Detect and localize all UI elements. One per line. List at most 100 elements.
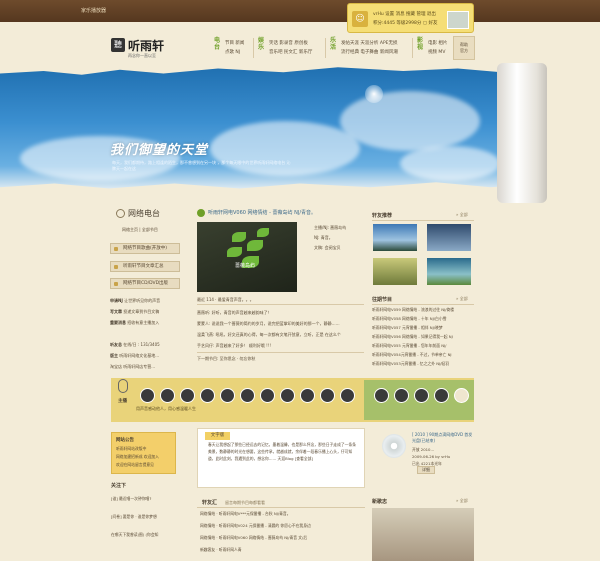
nav-link[interactable]: 笑话 影录音 原创板: [269, 39, 312, 48]
program-heading[interactable]: 听雨轩网电V060 网络情结 - 蔷薇岛屿 NJ/青音。: [208, 209, 316, 216]
nav-link[interactable]: 流行经典 电子舞曲 新闻风潮: [341, 48, 398, 57]
news-photo[interactable]: [372, 508, 474, 561]
nav-category[interactable]: 影视: [417, 37, 425, 51]
news-title: 新歌志: [372, 499, 388, 505]
host-avatar[interactable]: [300, 388, 315, 403]
essay-tab[interactable]: 文字版: [205, 432, 230, 440]
notice-item[interactable]: 网络加建招新成 欢迎加入: [116, 453, 159, 461]
program-photo[interactable]: 蔷薇岛屿: [197, 222, 297, 292]
history-item[interactable]: 听雨轩网电V053元宵番播 - 忆之之外 NJ/轻羽: [372, 359, 454, 368]
nav-link[interactable]: 视频 MV: [428, 48, 447, 57]
cd-title[interactable]: [ 2010 ] 90期点滴网络DVD 首发光盘(已结束): [412, 432, 474, 444]
host-avatar[interactable]: [180, 388, 195, 403]
site-logo[interactable]: 聽 听雨轩 再念你一直以至: [111, 36, 194, 64]
nav-links[interactable]: 电影 相片 视频 MV: [428, 39, 447, 57]
divider: [197, 304, 364, 305]
recommend-title: 轩友推荐: [372, 213, 393, 219]
user-links[interactable]: vrHu 设置 消息 搜藏 管理 退出: [373, 11, 436, 17]
radio-footer[interactable]: 淘宝店 听雨轩网店专营...: [110, 363, 155, 371]
history-item[interactable]: 听雨轩网电V059 网络情结 - 流浪的过往 NJ/倚楼: [372, 305, 454, 314]
host-avatar[interactable]: [394, 388, 409, 403]
nav-group-lifestyle: 乐活 发帖天涯 天涯分析 APE无损 流行经典 电子舞曲 新闻风潮: [330, 37, 410, 61]
forum-row[interactable]: 网络情结 · 听雨轩网电V***元保番播 - 台秋 NJ/青音。: [200, 508, 311, 520]
nav-category[interactable]: 乐活: [330, 37, 338, 51]
history-item[interactable]: 听雨轩网电V054元宵番播 - 不过，节单亲亡 NJ: [372, 350, 454, 359]
host-avatar[interactable]: [140, 388, 155, 403]
nav-links[interactable]: 发帖天涯 天涯分析 APE无损 流行经典 电子舞曲 新闻风潮: [341, 39, 398, 57]
notice-title: 网站公告: [116, 438, 134, 443]
host-avatar[interactable]: [260, 388, 275, 403]
nav-category[interactable]: 电台: [214, 37, 222, 51]
recommend-thumb[interactable]: [427, 258, 471, 285]
nav-divider: [325, 38, 326, 58]
cloud-shape: [340, 91, 480, 151]
forum-row[interactable]: 新趣客友 · 听雨轩网人青: [200, 544, 311, 556]
follow-title: 关注下: [111, 483, 127, 489]
nav-link[interactable]: 发帖天涯 天涯分析 APE无损: [341, 39, 398, 48]
history-more-link[interactable]: » 全部: [456, 296, 468, 302]
cd-disc-icon[interactable]: [382, 434, 406, 458]
notice-item[interactable]: 欢迎在网站留言提意见: [116, 461, 159, 469]
help-nav-box[interactable]: 帮助 官方: [453, 36, 475, 60]
user-panel: ☺ vrHu 设置 消息 搜藏 管理 退出 积分:4445 等级2998分 ▢ …: [347, 3, 474, 33]
history-item[interactable]: 听雨轩网电V057 元宵番播 - 相伴 NJ/晓梦: [372, 323, 454, 332]
history-item[interactable]: 听雨轩网电V056 网络情结 - 如果记得我一起 NJ: [372, 332, 454, 341]
radio-button-songs[interactable]: 网络节目歌曲(开放中): [110, 243, 180, 254]
history-item[interactable]: 听雨轩网电V058 网络情结 - 十年 NJ/白小雪: [372, 314, 454, 323]
host-avatar[interactable]: [340, 388, 355, 403]
nav-link[interactable]: 点歌 NJ: [225, 48, 244, 57]
player-brand[interactable]: 家乐播放器: [81, 7, 106, 14]
host-avatar-empty[interactable]: [454, 388, 469, 403]
leaf-shape: [257, 228, 269, 237]
host-avatar[interactable]: [160, 388, 175, 403]
forum-row[interactable]: 网络情结 · 听雨轩网电V024 元保番播 - 清晨的 你愿心不在我身边: [200, 520, 311, 532]
nav-category[interactable]: 娱乐: [258, 37, 266, 51]
follow-item[interactable]: 在哪天下我曾读(图) (你会知: [111, 526, 158, 544]
host-avatar[interactable]: [280, 388, 295, 403]
user-icon[interactable]: ☺: [352, 11, 368, 27]
history-item[interactable]: 听雨轩网电V055 元宵番播 - 您年年前面 NJ/: [372, 341, 454, 350]
radio-info-item[interactable]: 写文章 投递文章到节目文稿: [110, 308, 159, 316]
radio-stat: 版主 听雨轩网络文化基地...: [110, 353, 160, 358]
paperclip-icon: [118, 379, 128, 393]
radio-stat: 听友总 在线/日 : 131/3405: [110, 342, 160, 347]
banner-title: 我们御望的天堂: [110, 143, 209, 158]
play-icon[interactable]: [197, 209, 205, 217]
recommend-more-link[interactable]: » 全部: [456, 212, 468, 218]
host-avatar[interactable]: [414, 388, 429, 403]
hosts-label: 主播: [118, 399, 127, 404]
notice-item[interactable]: 听雨轩网站改版中: [116, 445, 159, 453]
radio-info-item[interactable]: 申请NJ 让世界听见你的声音: [110, 297, 160, 305]
divider: [197, 352, 364, 353]
radio-button-articles[interactable]: 听雨轩节目文章汇总: [110, 261, 180, 272]
nav-link[interactable]: 音乐吧 民文汇 新乐厅: [269, 48, 312, 57]
nav-links[interactable]: 节目 新闻 点歌 NJ: [225, 39, 244, 57]
host-avatar[interactable]: [374, 388, 389, 403]
comment: 蒙蒙人: 说说我一个蔷薇的简约的岁月，说完把蓝掌印的美好的那一个，静静……: [197, 321, 340, 326]
host-avatar[interactable]: [240, 388, 255, 403]
user-stats: 积分:4445 等级2998分 ▢ 好友: [373, 21, 438, 26]
nav-divider: [253, 38, 254, 58]
radio-info-item[interactable]: 重要消息 招收有意主播加入: [110, 319, 159, 327]
host-avatar[interactable]: [434, 388, 449, 403]
follow-item[interactable]: [谁] 最近唱一次钟你唱?: [111, 490, 158, 508]
forum-row[interactable]: 网络情结 · 听雨轩网电V060 网络情结 - 蔷薇岛屿 NJ/青音 文/后: [200, 532, 311, 544]
recommend-thumb[interactable]: [373, 258, 417, 285]
forum-note: 留言每期节目每都看看: [225, 500, 265, 505]
nav-link[interactable]: 电影 相片: [428, 39, 447, 48]
news-more-link[interactable]: » 全部: [456, 498, 468, 504]
host-avatar[interactable]: [320, 388, 335, 403]
cd-detail-button[interactable]: 详细: [417, 466, 435, 474]
follow-item[interactable]: [问卷] 要是你 · 谁是你梦想: [111, 508, 158, 526]
avatar[interactable]: [447, 11, 469, 29]
host-avatar[interactable]: [220, 388, 235, 403]
radio-subnav[interactable]: 网络主页 | 全部节目: [122, 226, 158, 234]
radio-button-cd[interactable]: 网络节目CD/DVD出版: [110, 278, 180, 289]
forum-title: 轩友汇: [202, 500, 218, 506]
host-avatar[interactable]: [200, 388, 215, 403]
nav-links[interactable]: 笑话 影录音 原创板 音乐吧 民文汇 新乐厅: [269, 39, 312, 57]
program-pager[interactable]: 下一期节目: 至你思念 · 勿忘你秋: [197, 355, 255, 363]
nav-link[interactable]: 节目 新闻: [225, 39, 244, 48]
recommend-thumb[interactable]: [427, 224, 471, 251]
recommend-thumb[interactable]: [373, 224, 417, 251]
